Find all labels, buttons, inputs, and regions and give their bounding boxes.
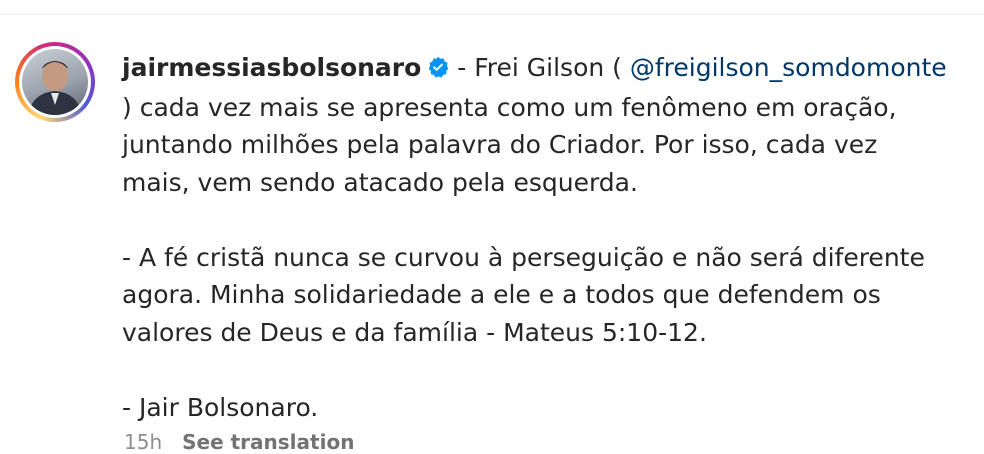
avatar-story-ring[interactable]	[15, 42, 95, 122]
avatar-ring-gap	[19, 46, 91, 118]
avatar[interactable]	[22, 49, 88, 115]
post-timestamp[interactable]: 15h	[124, 430, 162, 454]
caption-intro: - Frei Gilson (	[449, 53, 630, 82]
username-link[interactable]: jairmessiasbolsonaro	[122, 53, 421, 82]
mention-link[interactable]: @freigilson_somdomonte	[630, 53, 947, 82]
avatar-portrait-icon	[28, 61, 82, 115]
verified-badge-icon	[427, 51, 449, 89]
post-meta: 15h See translation	[124, 430, 354, 454]
see-translation-button[interactable]: See translation	[182, 430, 354, 454]
caption-body: ) cada vez mais se apresenta como um fen…	[122, 92, 925, 422]
top-divider	[0, 14, 984, 15]
post-caption: jairmessiasbolsonaro - Frei Gilson ( @fr…	[122, 49, 952, 426]
